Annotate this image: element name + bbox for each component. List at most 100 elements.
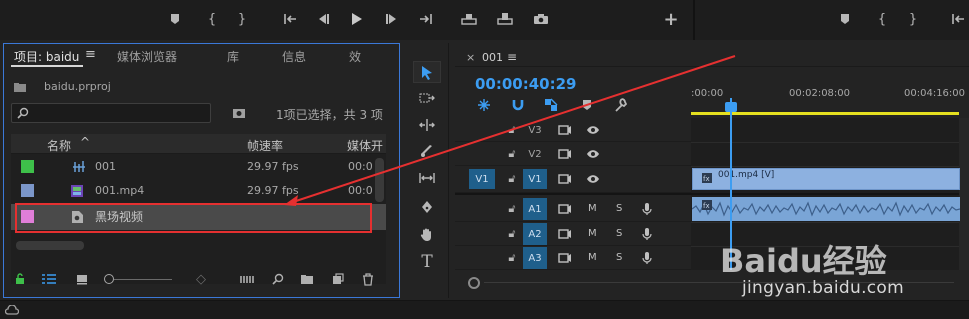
mute-button[interactable]: M (588, 228, 597, 239)
new-bin-icon[interactable] (299, 272, 315, 286)
go-to-in-icon[interactable] (950, 11, 966, 27)
trash-icon[interactable] (360, 272, 376, 286)
automate-to-sequence-icon[interactable] (239, 272, 255, 286)
icon-view-icon[interactable] (74, 272, 90, 286)
mark-in-icon[interactable]: { (875, 11, 889, 27)
mark-out-icon[interactable]: } (906, 11, 920, 27)
timeline-settings-wrench-icon[interactable] (612, 97, 628, 113)
track-header-v2: 🔓︎ V2 (455, 142, 691, 166)
track-lock-icon[interactable]: 🔓︎ (506, 172, 518, 186)
linked-selection-icon[interactable] (543, 97, 559, 113)
track-target-label[interactable]: A1 (523, 198, 547, 220)
new-item-icon[interactable] (330, 272, 346, 286)
sequence-menu-icon[interactable]: ≡ (507, 50, 517, 64)
track-lock-icon[interactable]: 🔓︎ (506, 202, 518, 216)
type-tool-icon[interactable]: T (418, 252, 436, 272)
find-icon[interactable] (270, 272, 286, 286)
plus-icon[interactable]: + (663, 9, 679, 30)
eye-icon[interactable] (585, 172, 601, 186)
sync-lock-icon[interactable] (557, 123, 573, 137)
solo-button[interactable]: S (616, 203, 622, 214)
a1-audio-clip[interactable] (692, 197, 960, 221)
column-media-start[interactable]: 媒体开 (347, 137, 383, 154)
list-view-icon[interactable] (40, 272, 58, 286)
source-patch-label[interactable]: V1 (469, 169, 495, 189)
tab-media-browser[interactable]: 媒体浏览器 (117, 48, 177, 65)
sync-lock-icon[interactable] (557, 251, 573, 265)
tab-project[interactable]: 项目: baidu (14, 48, 79, 65)
snap-icon[interactable] (510, 97, 526, 113)
mute-button[interactable]: M (588, 203, 597, 214)
track-target-label[interactable]: V1 (523, 169, 547, 189)
label-color-swatch[interactable] (21, 160, 34, 173)
sync-lock-icon[interactable] (557, 227, 573, 241)
sort-ascending-icon[interactable]: ^ (80, 135, 90, 149)
solo-button[interactable]: S (616, 252, 622, 263)
step-forward-icon[interactable] (384, 11, 400, 27)
track-target-label[interactable]: V2 (525, 144, 545, 164)
lock-icon[interactable] (13, 272, 27, 286)
tab-effects[interactable]: 效 (349, 48, 361, 65)
track-header-v1: V1 🔓︎ V1 (455, 166, 691, 193)
timeline-zoom-scroll-handle[interactable] (468, 277, 480, 289)
track-lock-icon[interactable]: 🔓︎ (506, 147, 518, 161)
playhead-timecode[interactable]: 00:00:40:29 (475, 75, 577, 93)
solo-button[interactable]: S (616, 228, 622, 239)
list-vertical-scrollbar[interactable] (375, 158, 384, 202)
playhead-handle[interactable] (725, 102, 737, 112)
mute-button[interactable]: M (588, 252, 597, 263)
zoom-slider-track[interactable] (114, 279, 172, 280)
panel-menu-icon[interactable]: ≡ (85, 47, 96, 62)
sort-icons-icon[interactable]: ◇ (194, 272, 208, 287)
label-color-swatch[interactable] (21, 184, 34, 197)
hand-tool-icon[interactable] (418, 226, 436, 242)
track-lock-icon[interactable]: 🔓︎ (506, 251, 518, 265)
column-name[interactable]: 名称 (47, 137, 71, 154)
sync-lock-icon[interactable] (557, 202, 573, 216)
list-item[interactable]: 001 29.97 fps 00:0 (11, 155, 386, 179)
eye-icon[interactable] (585, 123, 601, 137)
close-sequence-icon[interactable]: × (466, 51, 475, 64)
microphone-icon[interactable] (641, 201, 653, 217)
step-back-icon[interactable] (315, 11, 331, 27)
track-select-tool-icon[interactable] (418, 90, 436, 106)
razor-tool-icon[interactable] (418, 143, 436, 159)
microphone-icon[interactable] (641, 250, 653, 266)
sync-lock-icon[interactable] (557, 172, 573, 186)
new-search-bin-icon[interactable] (231, 105, 247, 121)
insert-icon[interactable] (460, 11, 478, 27)
zoom-slider-handle[interactable] (104, 274, 114, 284)
track-target-label[interactable]: A2 (523, 223, 547, 245)
creative-cloud-icon[interactable] (5, 303, 19, 316)
track-target-label[interactable]: V3 (525, 120, 545, 140)
camera-icon[interactable] (532, 11, 550, 27)
mark-in-icon[interactable]: { (205, 11, 219, 27)
sequence-tab[interactable]: 001 (482, 51, 503, 64)
play-icon[interactable] (349, 10, 365, 28)
column-frame-rate[interactable]: 帧速率 (247, 137, 283, 154)
pen-tool-icon[interactable] (418, 199, 436, 215)
go-to-out-icon[interactable] (418, 11, 434, 27)
slip-tool-icon[interactable] (418, 170, 436, 186)
track-target-label[interactable]: A3 (523, 247, 547, 269)
ripple-edit-tool-icon[interactable] (418, 117, 436, 133)
tab-info[interactable]: 信息 (282, 48, 306, 65)
marker-icon[interactable] (838, 12, 852, 26)
overwrite-icon[interactable] (496, 11, 514, 27)
list-horizontal-scrollbar[interactable] (16, 241, 84, 250)
add-marker-icon[interactable] (580, 98, 594, 112)
tab-libraries[interactable]: 库 (227, 48, 239, 65)
timeline-vertical-scrollbar[interactable] (959, 118, 969, 270)
insert-overwrite-sequence-icon[interactable] (476, 97, 492, 113)
selection-tool-icon[interactable] (418, 63, 436, 81)
track-lock-icon[interactable]: 🔓︎ (506, 227, 518, 241)
list-item[interactable]: 001.mp4 29.97 fps 00:0 (11, 179, 386, 203)
search-input[interactable] (11, 103, 211, 123)
mark-out-icon[interactable]: } (235, 11, 249, 27)
microphone-icon[interactable] (641, 226, 653, 242)
sync-lock-icon[interactable] (557, 147, 573, 161)
eye-icon[interactable] (585, 147, 601, 161)
marker-icon[interactable] (168, 12, 182, 26)
track-lock-icon[interactable]: 🔓︎ (506, 123, 518, 137)
go-to-in-icon[interactable] (282, 11, 298, 27)
